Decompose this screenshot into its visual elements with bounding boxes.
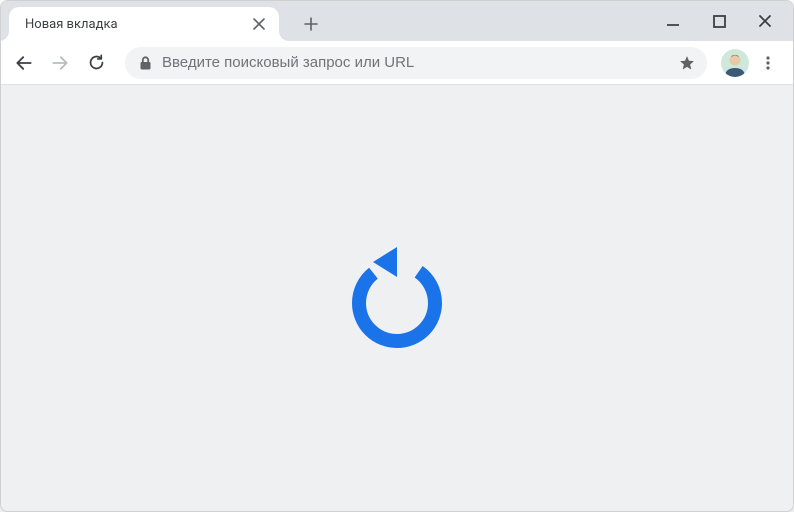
minimize-button[interactable] [651,6,695,36]
window-controls [651,1,793,41]
omnibox[interactable] [125,47,707,79]
back-button[interactable] [7,46,41,80]
avatar-icon [721,49,749,77]
close-icon[interactable] [251,16,267,32]
reload-icon [87,53,106,72]
tab-new[interactable]: Новая вкладка [9,7,279,41]
arrow-right-icon [50,53,70,73]
close-icon [758,14,772,28]
tab-strip: Новая вкладка [1,1,793,41]
star-icon [678,54,696,72]
chrome-menu-button[interactable] [753,48,783,78]
browser-window: Новая вкладка [0,0,794,512]
plus-icon [304,17,318,31]
arrow-left-icon [14,53,34,73]
reload-button[interactable] [79,46,113,80]
toolbar [1,41,793,85]
new-tab-button[interactable] [297,10,325,38]
content-area [1,85,793,512]
window-close-button[interactable] [743,6,787,36]
profile-avatar[interactable] [721,49,749,77]
lock-icon [139,56,152,70]
refresh-arrow-icon [337,237,457,361]
kebab-menu-icon [760,55,776,71]
maximize-button[interactable] [697,6,741,36]
maximize-icon [713,15,726,28]
minimize-icon [666,14,680,28]
tab-title: Новая вкладка [25,17,251,32]
forward-button[interactable] [43,46,77,80]
address-input[interactable] [162,54,663,71]
bookmark-button[interactable] [673,49,701,77]
